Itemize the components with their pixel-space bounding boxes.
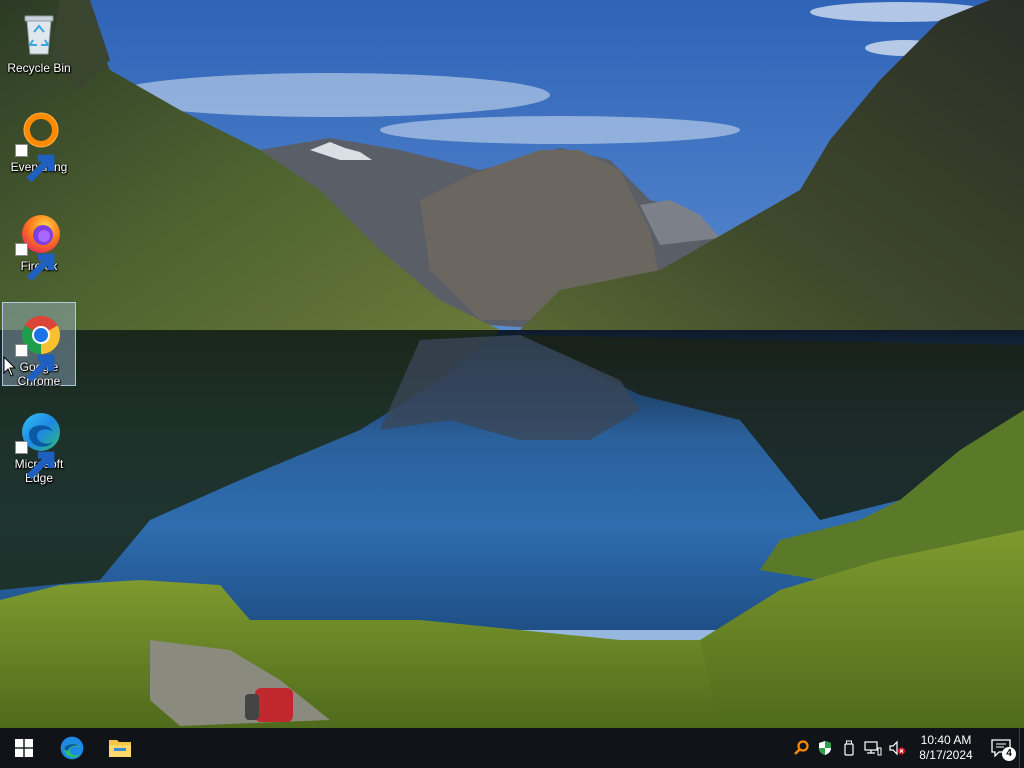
recycle-bin-icon [15, 10, 63, 58]
clock-time: 10:40 AM [920, 733, 972, 747]
taskbar-file-explorer-button[interactable] [96, 728, 144, 768]
everything-search-icon [794, 740, 809, 755]
shortcut-arrow-icon [15, 144, 55, 183]
usb-device-icon [844, 740, 854, 756]
file-explorer-icon [109, 740, 131, 757]
action-center-button[interactable]: 4 [983, 728, 1019, 768]
tray-security-button[interactable] [813, 728, 837, 768]
show-desktop-button[interactable] [1019, 728, 1024, 768]
edge-icon [15, 406, 63, 480]
taskbar-clock[interactable]: 10:40 AM 8/17/2024 [909, 728, 983, 768]
taskbar-edge-button[interactable] [48, 728, 96, 768]
tray-everything-button[interactable] [789, 728, 813, 768]
mouse-pointer-icon [3, 356, 17, 377]
desktop[interactable]: Recycle Bin Everything Firefox Google Ch… [0, 0, 1024, 728]
shortcut-arrow-icon [15, 243, 55, 282]
firefox-icon [15, 208, 63, 282]
desktop-icon-firefox[interactable]: Firefox [2, 202, 76, 286]
windows-start-icon [15, 739, 33, 757]
tray-volume-button[interactable] [885, 728, 909, 768]
desktop-icon-everything[interactable]: Everything [2, 103, 76, 187]
wallpaper-landscape [0, 0, 1024, 728]
windows-security-icon [819, 741, 831, 755]
system-tray: 10:40 AM 8/17/2024 4 [789, 728, 1024, 768]
network-icon [864, 741, 882, 756]
tray-network-button[interactable] [861, 728, 885, 768]
everything-app-icon [15, 109, 63, 183]
volume-muted-icon [889, 740, 905, 756]
shortcut-arrow-icon [15, 441, 55, 480]
tray-usb-button[interactable] [837, 728, 861, 768]
start-button[interactable] [0, 728, 48, 768]
clock-date: 8/17/2024 [919, 748, 973, 762]
notification-count-badge: 4 [1002, 747, 1016, 761]
desktop-icon-label: Recycle Bin [7, 61, 71, 75]
desktop-icon-microsoft-edge[interactable]: Microsoft Edge [2, 400, 76, 485]
chrome-icon [15, 309, 63, 383]
taskbar: 10:40 AM 8/17/2024 4 [0, 728, 1024, 768]
desktop-icon-recycle-bin[interactable]: Recycle Bin [2, 4, 76, 88]
edge-icon [60, 736, 84, 760]
